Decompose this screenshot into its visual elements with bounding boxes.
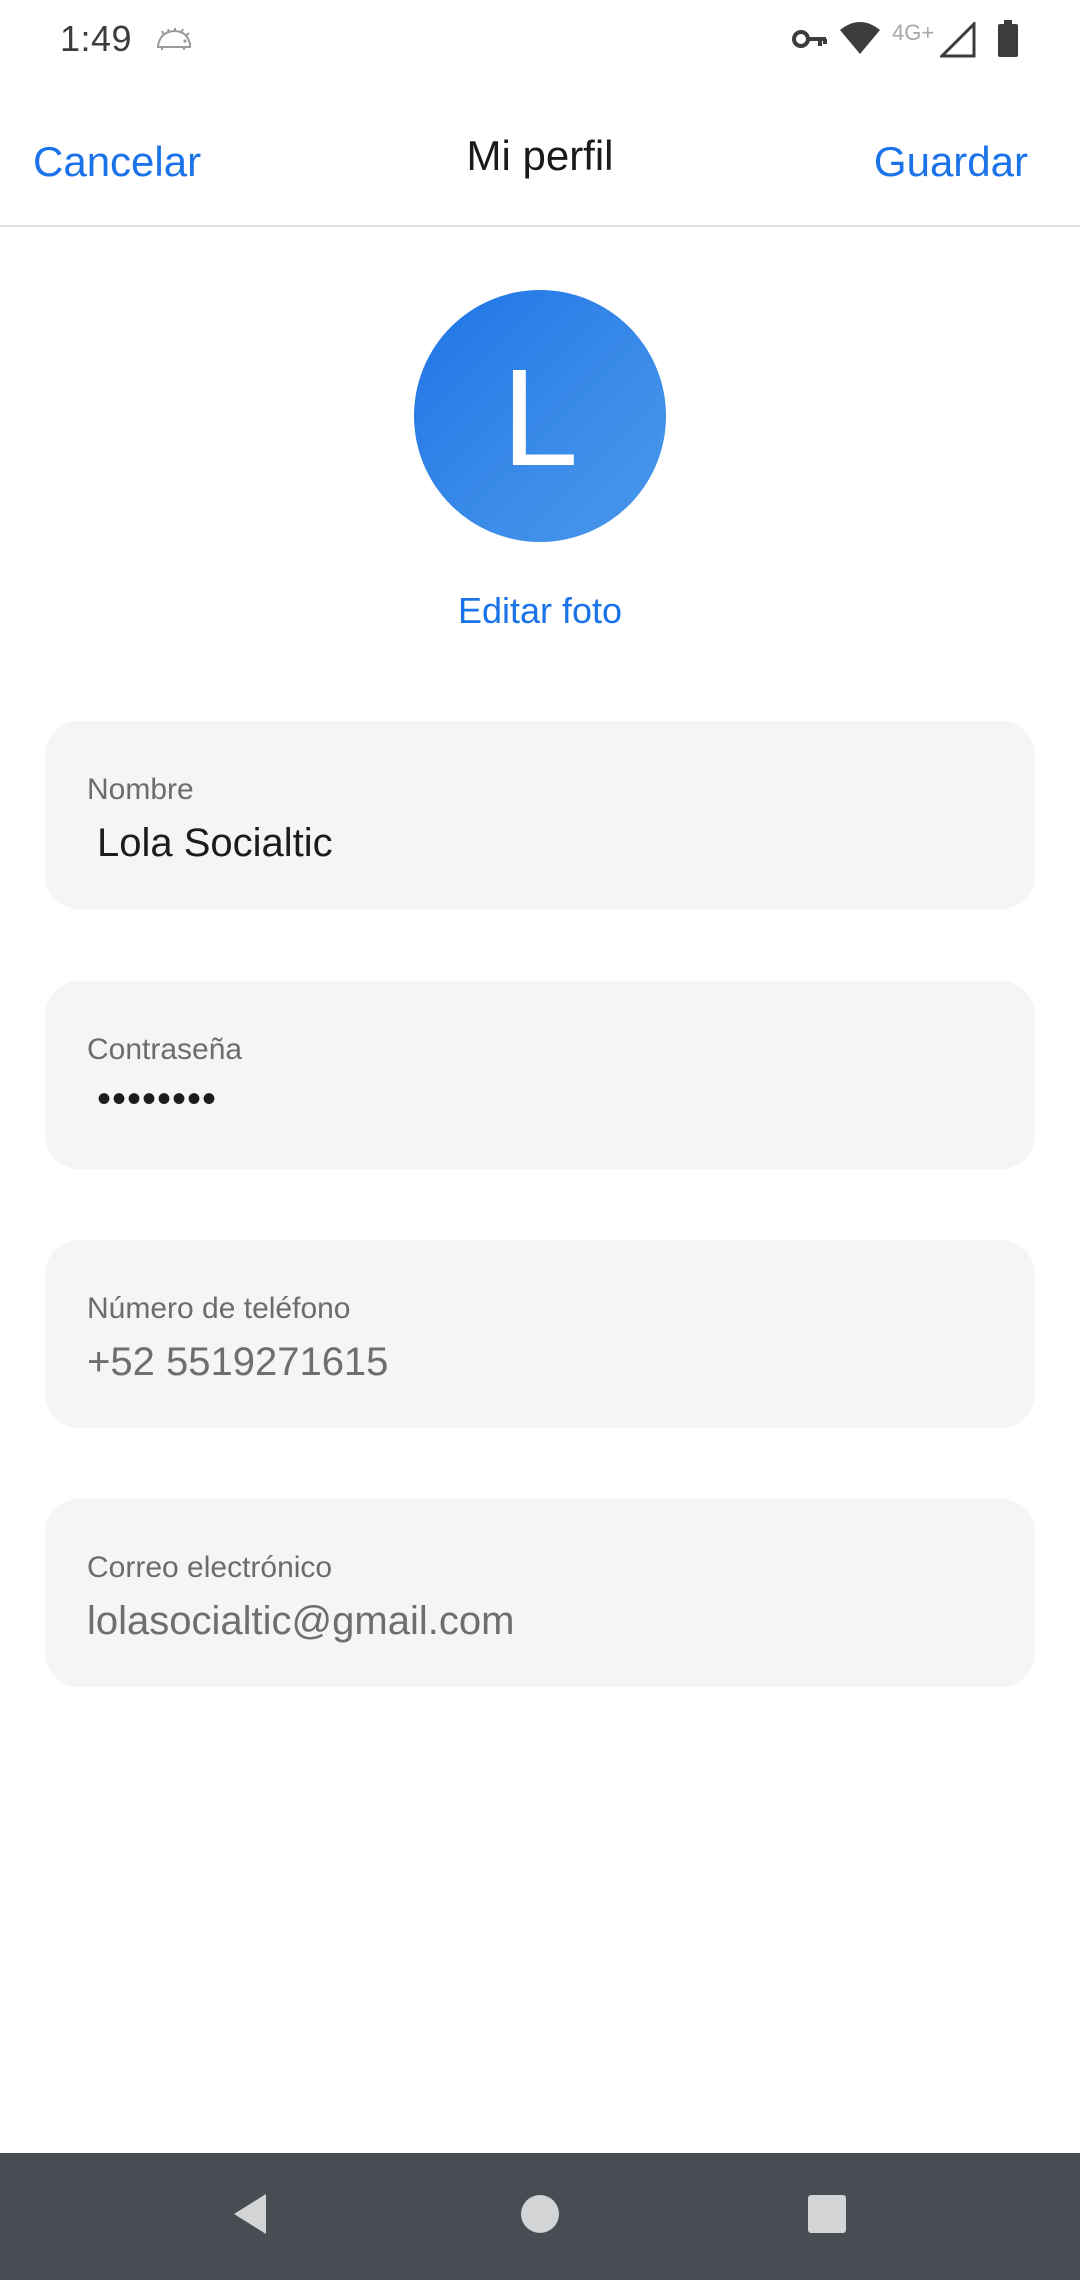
- edit-photo-link[interactable]: Editar foto: [0, 590, 1080, 632]
- profile-screen: 1:49 4G+ Cancelar Mi perfil Guardar L Ed…: [0, 0, 1080, 2280]
- cell-signal-icon: [938, 20, 976, 63]
- password-field[interactable]: Contraseña ••••••••: [45, 981, 1035, 1169]
- avatar-initial: L: [501, 341, 579, 495]
- recents-button[interactable]: [767, 2153, 887, 2280]
- email-field-value[interactable]: lolasocialtic@gmail.com: [87, 1599, 514, 1644]
- name-field-label: Nombre: [87, 773, 194, 806]
- phone-field-value[interactable]: +52 5519271615: [87, 1340, 388, 1385]
- home-icon: [520, 2194, 560, 2239]
- status-time: 1:49: [60, 18, 133, 59]
- battery-icon: [996, 20, 1020, 63]
- avatar[interactable]: L: [414, 290, 666, 542]
- back-icon: [230, 2192, 270, 2241]
- system-navigation-bar: [0, 2153, 1080, 2280]
- status-bar: 1:49 4G+: [0, 0, 1080, 80]
- email-field-label: Correo electrónico: [87, 1551, 333, 1584]
- hedgehog-icon: [154, 26, 194, 57]
- recents-icon: [807, 2194, 847, 2239]
- name-field[interactable]: Nombre Lola Socialtic: [45, 721, 1035, 909]
- top-bar: Cancelar Mi perfil Guardar: [0, 80, 1080, 227]
- back-button[interactable]: [190, 2153, 310, 2280]
- name-field-value[interactable]: Lola Socialtic: [97, 821, 333, 866]
- email-field[interactable]: Correo electrónico lolasocialtic@gmail.c…: [45, 1499, 1035, 1687]
- password-field-label: Contraseña: [87, 1033, 243, 1066]
- password-field-value[interactable]: ••••••••: [97, 1077, 217, 1122]
- vpn-key-icon: [792, 26, 828, 57]
- phone-field-label: Número de teléfono: [87, 1292, 351, 1325]
- network-type-label: 4G+: [892, 20, 935, 45]
- phone-field[interactable]: Número de teléfono +52 5519271615: [45, 1240, 1035, 1428]
- home-button[interactable]: [480, 2153, 600, 2280]
- save-button[interactable]: Guardar: [874, 138, 1028, 186]
- wifi-icon: [838, 20, 882, 61]
